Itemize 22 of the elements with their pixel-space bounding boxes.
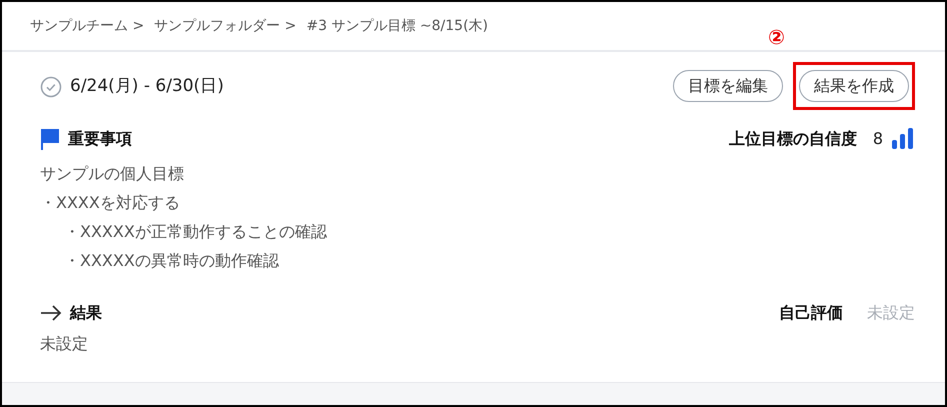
date-range: 6/24(月) - 6/30(日) — [70, 75, 224, 98]
check-circle-icon[interactable] — [40, 76, 62, 98]
breadcrumb-link[interactable]: サンプルチーム > — [30, 16, 144, 36]
flag-icon — [40, 128, 60, 150]
breadcrumb-link[interactable]: #3 サンプル目標 ~8/15(木) — [306, 16, 488, 36]
breadcrumb-link[interactable]: サンプルフォルダー > — [154, 16, 296, 36]
arrow-right-icon — [40, 305, 62, 321]
confidence-label: 上位目標の自信度 — [728, 128, 857, 150]
result-value: 未設定 — [40, 333, 89, 355]
create-result-button[interactable]: 結果を作成 — [799, 70, 909, 102]
annotation-number: ② — [768, 24, 785, 51]
list-item: ・XXXXXが正常動作することの確認 — [63, 221, 328, 243]
self-evaluation-value: 未設定 — [867, 302, 915, 324]
self-evaluation-label: 自己評価 — [779, 302, 843, 324]
list-item: サンプルの個人目標 — [40, 163, 185, 185]
list-item: ・XXXXを対応する — [40, 192, 181, 214]
signal-bars-icon — [891, 128, 915, 150]
section-title: 重要事項 — [68, 128, 132, 150]
section-title: 結果 — [70, 302, 102, 324]
list-item: ・XXXXXの異常時の動作確認 — [63, 250, 280, 272]
confidence-value: 8 — [872, 128, 883, 150]
edit-goal-button[interactable]: 目標を編集 — [673, 70, 783, 102]
